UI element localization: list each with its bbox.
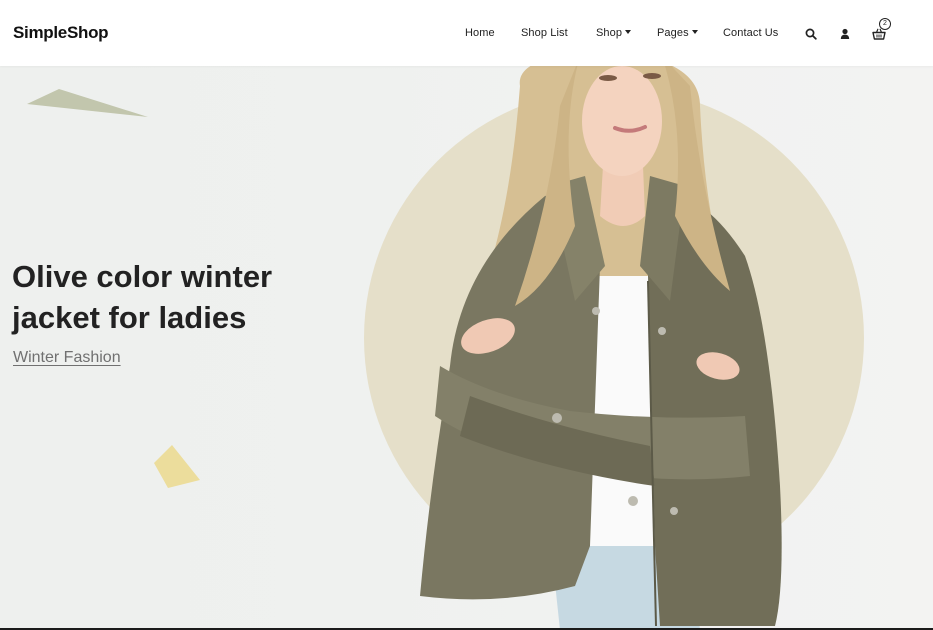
nav-pages-label: Pages — [657, 27, 689, 39]
navbar: SimpleShop Home Shop List Shop Pages Con… — [0, 0, 933, 66]
nav-shop-list[interactable]: Shop List — [521, 27, 568, 39]
user-icon[interactable] — [840, 27, 854, 41]
nav-shop-dropdown[interactable]: Shop — [596, 27, 632, 39]
nav-shop-label: Shop — [596, 27, 623, 39]
chevron-down-icon — [625, 30, 632, 34]
decorative-triangle-shape — [27, 89, 148, 117]
hero-model-image — [420, 66, 782, 630]
hero-category-link[interactable]: Winter Fashion — [13, 349, 121, 367]
nav-pages-dropdown[interactable]: Pages — [657, 27, 698, 39]
hero-banner: Olive color winter jacket for ladies Win… — [0, 66, 933, 630]
nav-home[interactable]: Home — [465, 27, 495, 39]
search-icon[interactable] — [805, 27, 819, 41]
decorative-diamond-shape — [154, 445, 200, 488]
cart-count-badge: 2 — [879, 18, 891, 30]
chevron-down-icon — [691, 30, 698, 34]
hero-title: Olive color winter jacket for ladies — [12, 259, 273, 335]
brand-logo[interactable]: SimpleShop — [13, 23, 109, 43]
nav-contact-us[interactable]: Contact Us — [723, 27, 778, 39]
